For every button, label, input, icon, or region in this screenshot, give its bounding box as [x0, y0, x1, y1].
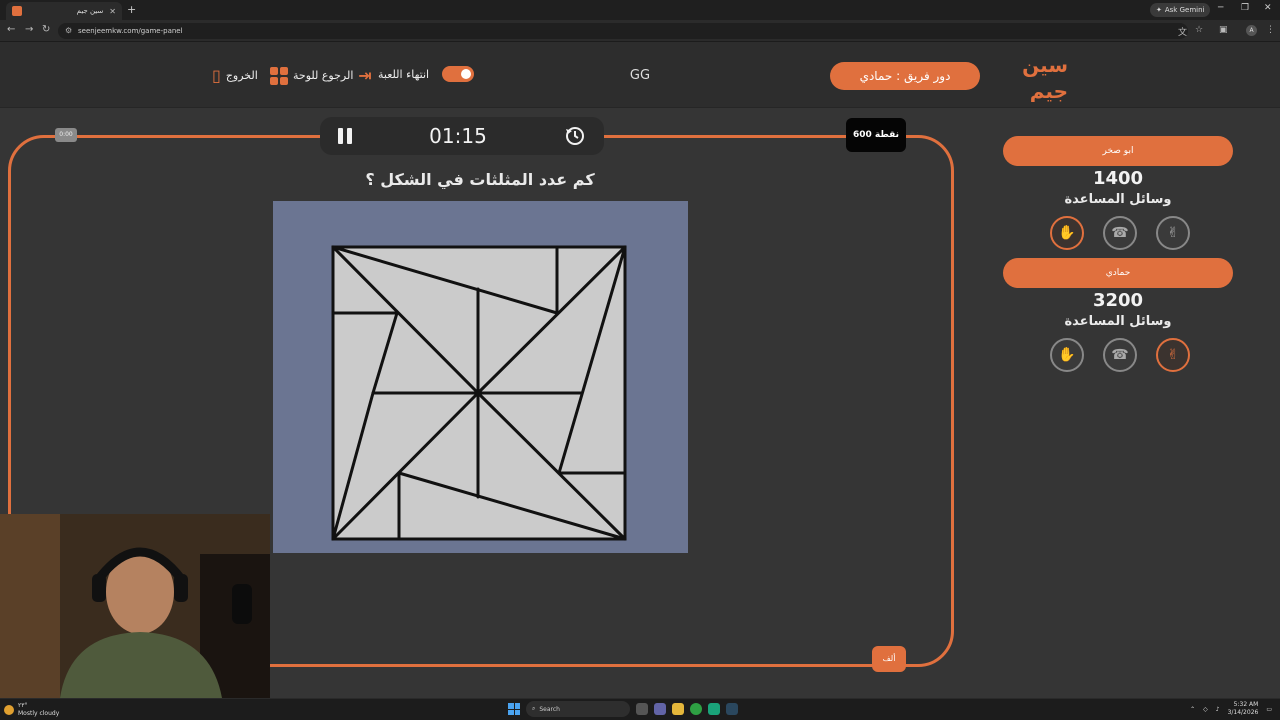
question-text: كم عدد المثلثات في الشكل ؟ [365, 170, 595, 189]
chevron-up-icon[interactable]: ⌃ [1190, 706, 1195, 713]
weather-icon [4, 705, 14, 715]
board-tag: 0:00 [55, 128, 77, 142]
close-tab-icon[interactable]: ✕ [109, 7, 116, 16]
pause-button[interactable] [338, 128, 352, 144]
reset-timer-icon[interactable] [564, 125, 586, 147]
bookmark-star-icon[interactable]: ☆ [1195, 25, 1203, 35]
team-score: 3200 [1092, 290, 1144, 311]
peace-icon[interactable]: ✌ [1156, 216, 1190, 250]
chrome-icon[interactable] [690, 703, 702, 715]
weather-desc: Mostly cloudy [18, 710, 60, 717]
help-tools-label: وسائل المساعدة [1064, 192, 1172, 207]
end-game-label: انتهاء اللعبة [378, 67, 430, 81]
question-points: 600 نقطة [846, 118, 906, 152]
steam-icon[interactable] [726, 703, 738, 715]
network-icon[interactable]: ◇ [1203, 706, 1208, 713]
taskbar-apps: ⌕ Search [508, 701, 738, 717]
timer-display: 01:15 [429, 124, 487, 148]
phone-icon[interactable]: ☎ [1103, 338, 1137, 372]
timer-bar: 01:15 [320, 117, 604, 155]
help-tools-row: ✋ ☎ ✌ [1050, 216, 1190, 250]
sparkle-icon: ✦ [1156, 6, 1162, 14]
site-favicon-icon [12, 6, 22, 16]
end-game-button[interactable]: انتهاء اللعبة [378, 66, 475, 82]
tab-title: سين جيم [76, 7, 104, 15]
weather-widget[interactable]: ٢٣° Mostly cloudy [4, 702, 59, 718]
menu-icon[interactable]: ⋮ [1266, 25, 1275, 35]
back-to-board-label: الرجوع للوحة [293, 69, 354, 82]
url-text: seenjeemkw.com/game-panel [78, 27, 183, 35]
close-window-icon[interactable]: ✕ [1264, 3, 1272, 13]
peace-icon[interactable]: ✌ [1156, 338, 1190, 372]
team-name-pill: حمادي [1003, 258, 1233, 288]
phone-icon[interactable]: ☎ [1103, 216, 1137, 250]
logo: سين جيم [1022, 53, 1068, 102]
help-tools-row: ✋ ☎ ✌ [1050, 338, 1190, 372]
minimize-icon[interactable]: ─ [1218, 3, 1223, 13]
back-icon[interactable]: ← [7, 24, 15, 35]
pause-bar-icon [338, 128, 343, 144]
taskbar-search[interactable]: ⌕ Search [526, 701, 630, 717]
back-to-board-button[interactable]: الرجوع للوحة ⇥ [270, 66, 372, 85]
puzzle-image [273, 201, 688, 553]
door-exit-icon: ▯ [212, 66, 221, 85]
app-icon[interactable] [708, 703, 720, 715]
search-label: Search [539, 705, 560, 713]
clock-date: 3/14/2026 [1227, 709, 1259, 716]
game-name: GG [629, 68, 651, 83]
file-explorer-icon[interactable] [672, 703, 684, 715]
end-game-toggle[interactable] [442, 66, 475, 82]
maximize-icon[interactable]: ❐ [1241, 3, 1249, 13]
search-icon: ⌕ [532, 705, 536, 712]
clock[interactable]: 5:32 AM 3/14/2026 [1228, 701, 1259, 717]
address-bar[interactable]: ⚙ seenjeemkw.com/game-panel [58, 23, 1188, 39]
browser-tabstrip: سين جيم ✕ + ✦ Ask Gemini ─ ❐ ✕ [0, 0, 1280, 20]
sidepanel-icon[interactable]: ▣ [1219, 25, 1228, 35]
profile-avatar[interactable]: A [1246, 25, 1257, 36]
turn-indicator: دور فريق : حمادي [830, 62, 980, 90]
new-tab-button[interactable]: + [127, 3, 136, 16]
task-view-icon[interactable] [636, 703, 648, 715]
translate-icon[interactable]: 文 [1178, 25, 1187, 38]
forward-icon[interactable]: → [25, 24, 33, 35]
reload-icon[interactable]: ↻ [42, 24, 50, 35]
logo-text-bottom: جيم [1030, 79, 1068, 102]
hand-icon[interactable]: ✋ [1050, 216, 1084, 250]
exit-button[interactable]: ▯ الخروج [212, 66, 258, 85]
teams-icon[interactable] [654, 703, 666, 715]
webcam-overlay [0, 514, 270, 698]
ask-gemini-button[interactable]: ✦ Ask Gemini [1150, 3, 1211, 17]
turn-label: دور فريق : حمادي [859, 69, 951, 83]
triangle-puzzle-figure [331, 245, 627, 541]
ask-gemini-label: Ask Gemini [1164, 6, 1205, 14]
volume-icon[interactable]: ♪ [1216, 706, 1220, 713]
game-header: سين جيم دور فريق : حمادي GG انتهاء اللعب… [0, 42, 1280, 108]
logo-text-top: سين [1022, 53, 1068, 77]
show-answer-button[interactable]: ألف [872, 646, 906, 672]
hand-icon[interactable]: ✋ [1050, 338, 1084, 372]
team-name-pill: ابو صخر [1003, 136, 1233, 166]
arrow-right-icon: ⇥ [358, 66, 372, 85]
clock-time: 5:32 AM [1233, 701, 1259, 708]
pause-bar-icon [347, 128, 352, 144]
help-tools-label: وسائل المساعدة [1064, 314, 1172, 329]
notification-icon[interactable]: ▭ [1266, 706, 1272, 713]
windows-taskbar: ٢٣° Mostly cloudy ⌕ Search ⌃ ◇ ♪ 5:32 AM 3/… [0, 698, 1280, 720]
weather-temp: ٢٣° [18, 702, 28, 709]
team-score: 1400 [1092, 168, 1144, 189]
browser-toolbar: ← → ↻ ⚙ seenjeemkw.com/game-panel 文 ☆ ▣ … [0, 20, 1280, 42]
system-tray: ⌃ ◇ ♪ 5:32 AM 3/14/2026 ▭ [1190, 701, 1272, 717]
browser-tab[interactable]: سين جيم ✕ [6, 2, 122, 20]
streamer-video [0, 514, 270, 698]
exit-label: الخروج [225, 69, 258, 82]
board-grid-icon [270, 66, 288, 85]
site-info-icon[interactable]: ⚙ [65, 26, 72, 35]
windows-start-icon[interactable] [508, 703, 520, 715]
